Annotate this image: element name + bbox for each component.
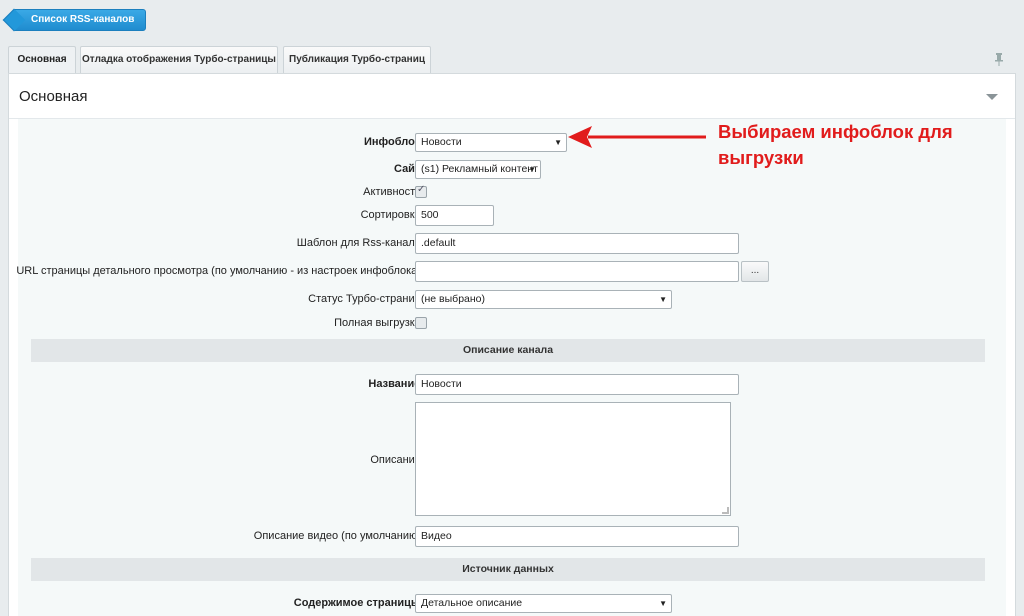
tab-label: Публикация Турбо-страниц (289, 54, 425, 65)
full-export-checkbox[interactable] (415, 317, 427, 329)
resize-handle-icon[interactable] (722, 507, 729, 514)
active-row: Активность: (18, 184, 1006, 198)
section-channel-header: Описание канала (31, 339, 985, 362)
back-button-label: Список RSS-каналов (31, 14, 135, 25)
red-arrow-icon (568, 126, 706, 148)
form-area: Инфоблок: Новости ▼ Сайт: (s1) Рекламный… (16, 119, 1006, 616)
panel-title: Основная (19, 88, 88, 105)
sort-value: 500 (421, 209, 439, 221)
pin-icon[interactable] (994, 52, 1004, 66)
video-desc-input[interactable]: Видео (415, 526, 739, 547)
tab-main[interactable]: Основная (8, 46, 76, 74)
turbo-status-select[interactable]: (не выбрано) ▼ (415, 290, 672, 309)
dropdown-arrow-icon: ▼ (554, 138, 562, 147)
tab-label: Основная (17, 54, 67, 65)
video-desc-label: Описание видео (по умолчанию): (253, 530, 424, 542)
detail-url-label: URL страницы детального просмотра (по ум… (16, 265, 424, 277)
content-row: Содержимое страницы: Детальное описание … (18, 594, 1006, 613)
detail-url-input[interactable] (415, 261, 739, 282)
tab-turbo-debug[interactable]: Отладка отображения Турбо-страницы (80, 46, 278, 73)
template-value: .default (421, 237, 456, 249)
tab-turbo-publish[interactable]: Публикация Турбо-страниц (283, 46, 431, 73)
turbo-status-value: (не выбрано) (421, 293, 486, 305)
section-source-header: Источник данных (31, 558, 985, 581)
full-export-row: Полная выгрузка: (18, 317, 1006, 329)
name-value: Новости (421, 378, 462, 390)
collapse-toggle-icon[interactable] (986, 94, 998, 100)
site-select[interactable]: (s1) Рекламный контент ▼ (415, 160, 541, 179)
rss-list-back-button[interactable]: Список RSS-каналов (12, 9, 147, 31)
iblock-value: Новости (421, 136, 462, 148)
content-select[interactable]: Детальное описание ▼ (415, 594, 672, 613)
content-value: Детальное описание (421, 597, 523, 609)
turbo-status-label: Статус Турбо-страниц: (308, 293, 424, 305)
iblock-select[interactable]: Новости ▼ (415, 133, 567, 152)
dropdown-arrow-icon: ▼ (528, 165, 536, 174)
full-export-label: Полная выгрузка: (334, 317, 424, 329)
active-checkbox[interactable] (415, 184, 427, 198)
sort-input[interactable]: 500 (415, 205, 494, 226)
turbo-status-row: Статус Турбо-страниц: (не выбрано) ▼ (18, 290, 1006, 309)
template-input[interactable]: .default (415, 233, 739, 254)
video-desc-value: Видео (421, 530, 452, 542)
browse-button[interactable]: ... (741, 261, 769, 282)
content-label: Содержимое страницы: (293, 597, 424, 609)
annotation-text: Выбираем инфоблок для выгрузки (718, 121, 953, 168)
top-toolbar: Список RSS-каналов (0, 0, 1024, 40)
site-value: (s1) Рекламный контент (421, 163, 538, 175)
tab-label: Отладка отображения Турбо-страницы (82, 54, 276, 65)
template-label: Шаблон для Rss-канала: (296, 237, 424, 249)
dropdown-arrow-icon: ▼ (659, 295, 667, 304)
name-input[interactable]: Новости (415, 374, 739, 395)
description-textarea[interactable] (415, 402, 731, 516)
dropdown-arrow-icon: ▼ (659, 599, 667, 608)
